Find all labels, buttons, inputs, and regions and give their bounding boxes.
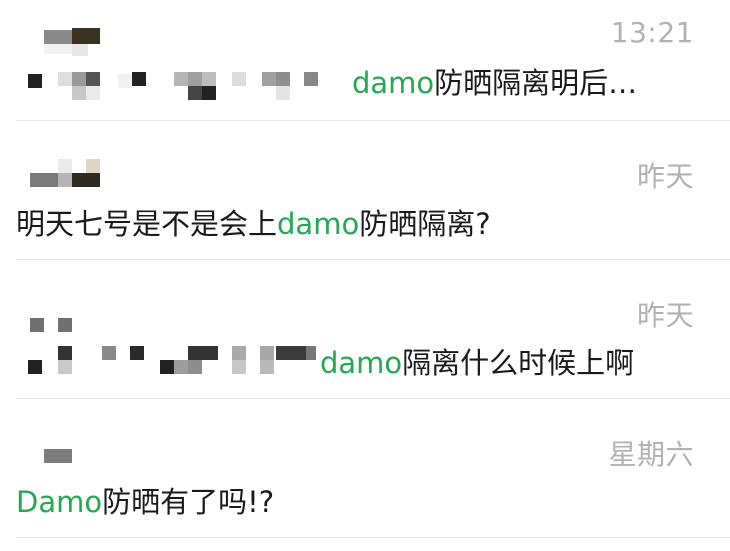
mention-text: damo	[320, 346, 403, 380]
mention-text: Damo	[16, 485, 103, 519]
chat-row[interactable]: damo防晒隔离明后… 13:21	[0, 0, 730, 120]
chat-row[interactable]: Damo防晒有了吗!? 星期六	[0, 399, 730, 537]
preview-text: 防晒有了吗!?	[102, 485, 275, 519]
mention-text: damo	[277, 207, 360, 241]
chat-row[interactable]: damo隔离什么时候上啊 昨天	[0, 260, 730, 398]
preview-text: 防晒隔离?	[359, 207, 491, 241]
chat-time: 13:21	[610, 16, 694, 49]
chat-time: 昨天	[636, 160, 694, 193]
preview-text: 防晒隔离明后…	[434, 66, 638, 100]
preview-text: 隔离什么时候上啊	[402, 346, 635, 380]
sender-name-pixelated	[30, 159, 120, 191]
chat-time: 星期六	[608, 438, 694, 471]
message-preview: 明天七号是不是会上damo防晒隔离?	[16, 201, 491, 243]
chat-row[interactable]: 明天七号是不是会上damo防晒隔离? 昨天	[0, 121, 730, 259]
sender-name-pixelated	[44, 28, 104, 58]
sender-name-pixelated	[44, 449, 76, 465]
mention-text: damo	[352, 66, 435, 100]
divider	[16, 537, 730, 538]
preview-prefix-text: 明天七号是不是会上	[16, 207, 278, 241]
message-preview: damo防晒隔离明后…	[352, 60, 637, 102]
sender-name-pixelated	[30, 318, 76, 336]
chat-list: damo防晒隔离明后… 13:21 明天七号是不是会上damo防晒隔离? 昨天	[0, 0, 730, 551]
message-preview: damo隔离什么时候上啊	[320, 340, 634, 382]
message-preview: Damo防晒有了吗!?	[16, 479, 274, 521]
preview-redacted-prefix	[28, 346, 318, 380]
chat-time: 昨天	[636, 299, 694, 332]
preview-redacted-prefix	[28, 70, 328, 104]
